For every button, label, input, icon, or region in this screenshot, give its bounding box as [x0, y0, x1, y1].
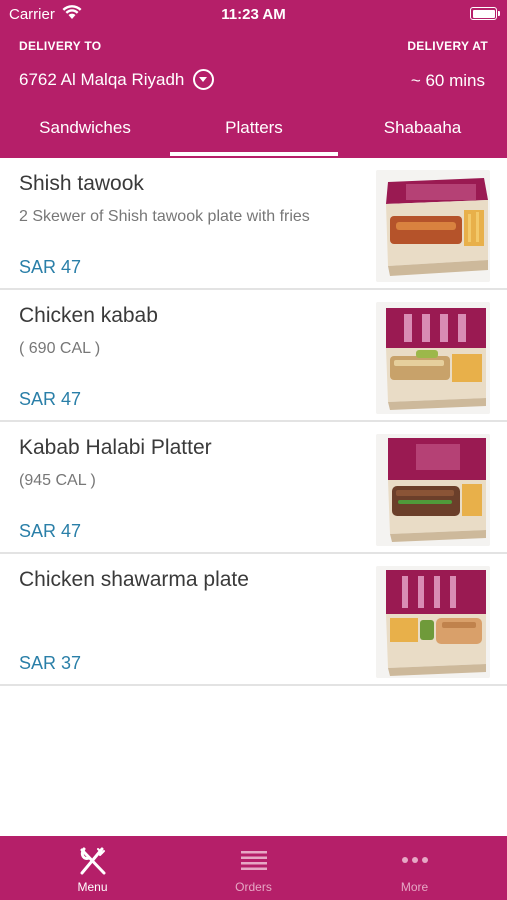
menu-item-shish-tawook[interactable]: Shish tawook 2 Skewer of Shish tawook pl…	[0, 158, 507, 290]
tab-platters[interactable]: Platters	[170, 108, 338, 158]
item-price: SAR 47	[19, 257, 82, 277]
food-box-illustration	[376, 434, 490, 546]
tabbar-label: Orders	[235, 880, 272, 894]
delivery-to-label: DELIVERY TO	[19, 39, 102, 53]
item-description: ( 690 CAL )	[19, 340, 101, 357]
item-title: Chicken kabab	[19, 304, 158, 327]
address-selector[interactable]: 6762 Al Malqa Riyadh	[19, 69, 215, 90]
menu-item-chicken-kabab[interactable]: Chicken kabab ( 690 CAL ) SAR 47	[0, 290, 507, 422]
chicken-shawarma-image[interactable]	[376, 566, 490, 678]
item-price: SAR 37	[19, 653, 82, 673]
bottom-tab-bar: Menu Orders More	[0, 836, 507, 900]
list-icon	[241, 851, 267, 870]
item-price: SAR 47	[19, 389, 82, 409]
ellipsis-icon	[402, 857, 428, 863]
item-title: Chicken shawarma plate	[19, 568, 249, 591]
battery-icon	[470, 7, 500, 20]
menu-item-list: Shish tawook 2 Skewer of Shish tawook pl…	[0, 158, 507, 686]
tab-sandwiches[interactable]: Sandwiches	[0, 108, 170, 158]
item-title: Shish tawook	[19, 172, 144, 195]
item-price: SAR 47	[19, 521, 82, 541]
clock: 11:23 AM	[221, 6, 286, 23]
chicken-kabab-image[interactable]	[376, 302, 490, 414]
food-box-illustration	[376, 170, 490, 282]
tab-shabaaha[interactable]: Shabaaha	[338, 108, 507, 158]
chevron-down-icon[interactable]	[193, 69, 215, 90]
fork-knife-icon	[80, 847, 106, 875]
status-bar: Carrier 11:23 AM	[0, 0, 507, 28]
food-box-illustration	[376, 566, 490, 678]
item-title: Kabab Halabi Platter	[19, 436, 212, 459]
delivery-at-label: DELIVERY AT	[407, 39, 488, 53]
menu-item-chicken-shawarma-plate[interactable]: Chicken shawarma plate SAR 37	[0, 554, 507, 686]
menu-item-kabab-halabi-platter[interactable]: Kabab Halabi Platter (945 CAL ) SAR 47	[0, 422, 507, 554]
item-description: 2 Skewer of Shish tawook plate with frie…	[19, 208, 310, 225]
app-header: Carrier 11:23 AM DELIVERY TO DELIVERY AT…	[0, 0, 507, 158]
item-description: (945 CAL )	[19, 472, 96, 489]
selected-tab-indicator	[170, 152, 338, 156]
category-tabs: Sandwiches Platters Shabaaha	[0, 108, 507, 158]
delivery-eta: ~ 60 mins	[410, 71, 485, 90]
kabab-halabi-image[interactable]	[376, 434, 490, 546]
delivery-address[interactable]: 6762 Al Malqa Riyadh	[19, 70, 184, 90]
tabbar-orders[interactable]: Orders	[169, 836, 338, 900]
tabbar-label: Menu	[77, 880, 108, 894]
tabbar-menu[interactable]: Menu	[8, 836, 177, 900]
tabbar-label: More	[400, 880, 429, 894]
tabbar-more[interactable]: More	[330, 836, 499, 900]
food-box-illustration	[376, 302, 490, 414]
shish-tawook-image[interactable]	[376, 170, 490, 282]
